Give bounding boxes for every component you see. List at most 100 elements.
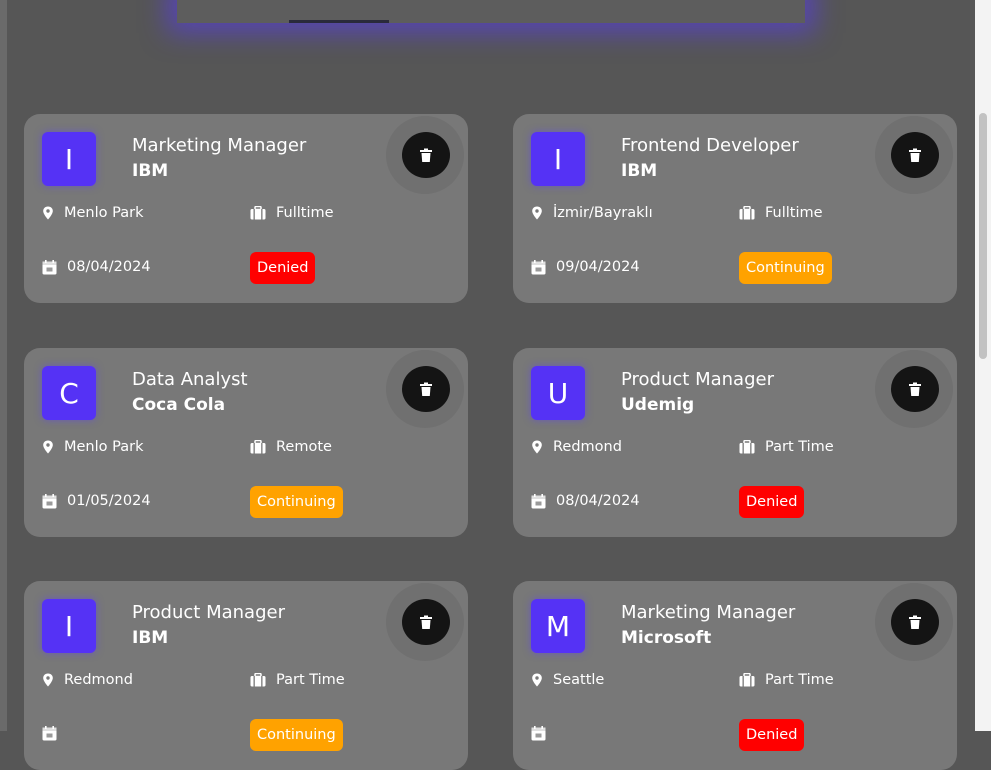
job-title: Frontend Developer (621, 135, 799, 156)
status-badge: Denied (739, 719, 805, 751)
date-text: 08/04/2024 (556, 493, 640, 509)
location: Redmond (42, 672, 133, 688)
company-name: IBM (621, 161, 658, 181)
map-pin-icon (43, 206, 53, 220)
map-pin-icon (532, 673, 542, 687)
location-text: Menlo Park (64, 439, 144, 455)
delete-button[interactable] (402, 599, 450, 645)
location-text: Seattle (553, 672, 605, 688)
scrollbar[interactable] (975, 0, 991, 731)
location-text: Redmond (553, 439, 622, 455)
job-card: U Product Manager Udemig Redmond Part Ti… (513, 348, 957, 537)
trash-icon (420, 615, 432, 629)
job-title: Marketing Manager (132, 135, 307, 156)
location: Menlo Park (42, 205, 143, 221)
job-card: I Marketing Manager IBM Menlo Park Fullt… (24, 114, 468, 303)
status-badge: Denied (250, 252, 316, 284)
company-avatar: I (531, 132, 585, 186)
application-date (531, 726, 556, 741)
location: İzmir/Bayraklı (531, 205, 653, 221)
briefcase-icon (250, 440, 266, 454)
job-type: Fulltime (250, 205, 334, 221)
application-date: 08/04/2024 (531, 493, 640, 509)
map-pin-icon (43, 440, 53, 454)
trash-icon (420, 148, 432, 162)
job-type: Remote (250, 439, 332, 455)
avatar-initial: U (547, 376, 569, 410)
calendar-icon (531, 493, 546, 508)
company-avatar: C (42, 366, 96, 420)
application-date: 08/04/2024 (42, 259, 151, 275)
status-badge: Continuing (250, 486, 343, 518)
page-left-edge (0, 0, 7, 731)
date-text: 01/05/2024 (67, 493, 151, 509)
location: Seattle (531, 672, 604, 688)
company-avatar: I (42, 599, 96, 653)
job-card: C Data Analyst Coca Cola Menlo Park Remo… (24, 348, 468, 537)
location: Redmond (531, 439, 622, 455)
map-pin-icon (43, 673, 53, 687)
job-title: Product Manager (621, 369, 774, 390)
calendar-icon (42, 493, 57, 508)
date-text: 08/04/2024 (67, 259, 151, 275)
delete-button[interactable] (402, 132, 450, 178)
avatar-initial: M (545, 609, 571, 643)
company-name: Udemig (621, 395, 695, 415)
job-type-text: Fulltime (765, 205, 823, 221)
trash-icon (909, 148, 921, 162)
avatar-initial: I (64, 142, 74, 176)
briefcase-icon (250, 206, 266, 220)
location-text: Menlo Park (64, 205, 144, 221)
job-type: Part Time (739, 672, 834, 688)
company-name: IBM (132, 628, 169, 648)
briefcase-icon (739, 440, 755, 454)
delete-button[interactable] (891, 366, 939, 412)
location-text: İzmir/Bayraklı (553, 205, 653, 221)
delete-button[interactable] (891, 599, 939, 645)
calendar-icon (42, 259, 57, 274)
job-type-text: Remote (276, 439, 332, 455)
date-text: 09/04/2024 (556, 259, 640, 275)
briefcase-icon (739, 673, 755, 687)
job-type: Part Time (250, 672, 345, 688)
map-pin-icon (532, 206, 542, 220)
trash-icon (909, 382, 921, 396)
calendar-icon (531, 726, 546, 741)
top-panel-button[interactable] (289, 20, 389, 23)
status-badge: Denied (739, 486, 805, 518)
job-type-text: Part Time (276, 672, 345, 688)
application-date (42, 726, 67, 741)
location-text: Redmond (64, 672, 133, 688)
job-card: I Product Manager IBM Redmond Part Time … (24, 581, 468, 770)
briefcase-icon (250, 673, 266, 687)
avatar-initial: I (553, 142, 563, 176)
application-date: 09/04/2024 (531, 259, 640, 275)
company-name: IBM (132, 161, 169, 181)
company-avatar: M (531, 599, 585, 653)
job-type-text: Part Time (765, 672, 834, 688)
status-badge: Continuing (739, 252, 832, 284)
job-title: Data Analyst (132, 369, 248, 390)
job-card: M Marketing Manager Microsoft Seattle Pa… (513, 581, 957, 770)
delete-button[interactable] (402, 366, 450, 412)
company-avatar: I (42, 132, 96, 186)
calendar-icon (531, 259, 546, 274)
trash-icon (420, 382, 432, 396)
company-name: Coca Cola (132, 395, 226, 415)
company-name: Microsoft (621, 628, 712, 648)
calendar-icon (42, 726, 57, 741)
job-type: Fulltime (739, 205, 823, 221)
job-title: Marketing Manager (621, 602, 796, 623)
avatar-initial: C (59, 376, 79, 410)
location: Menlo Park (42, 439, 143, 455)
status-badge: Continuing (250, 719, 343, 751)
trash-icon (909, 615, 921, 629)
job-title: Product Manager (132, 602, 285, 623)
scrollbar-thumb[interactable] (979, 113, 987, 359)
top-panel (177, 0, 805, 23)
briefcase-icon (739, 206, 755, 220)
job-type-text: Fulltime (276, 205, 334, 221)
delete-button[interactable] (891, 132, 939, 178)
map-pin-icon (532, 440, 542, 454)
job-type-text: Part Time (765, 439, 834, 455)
